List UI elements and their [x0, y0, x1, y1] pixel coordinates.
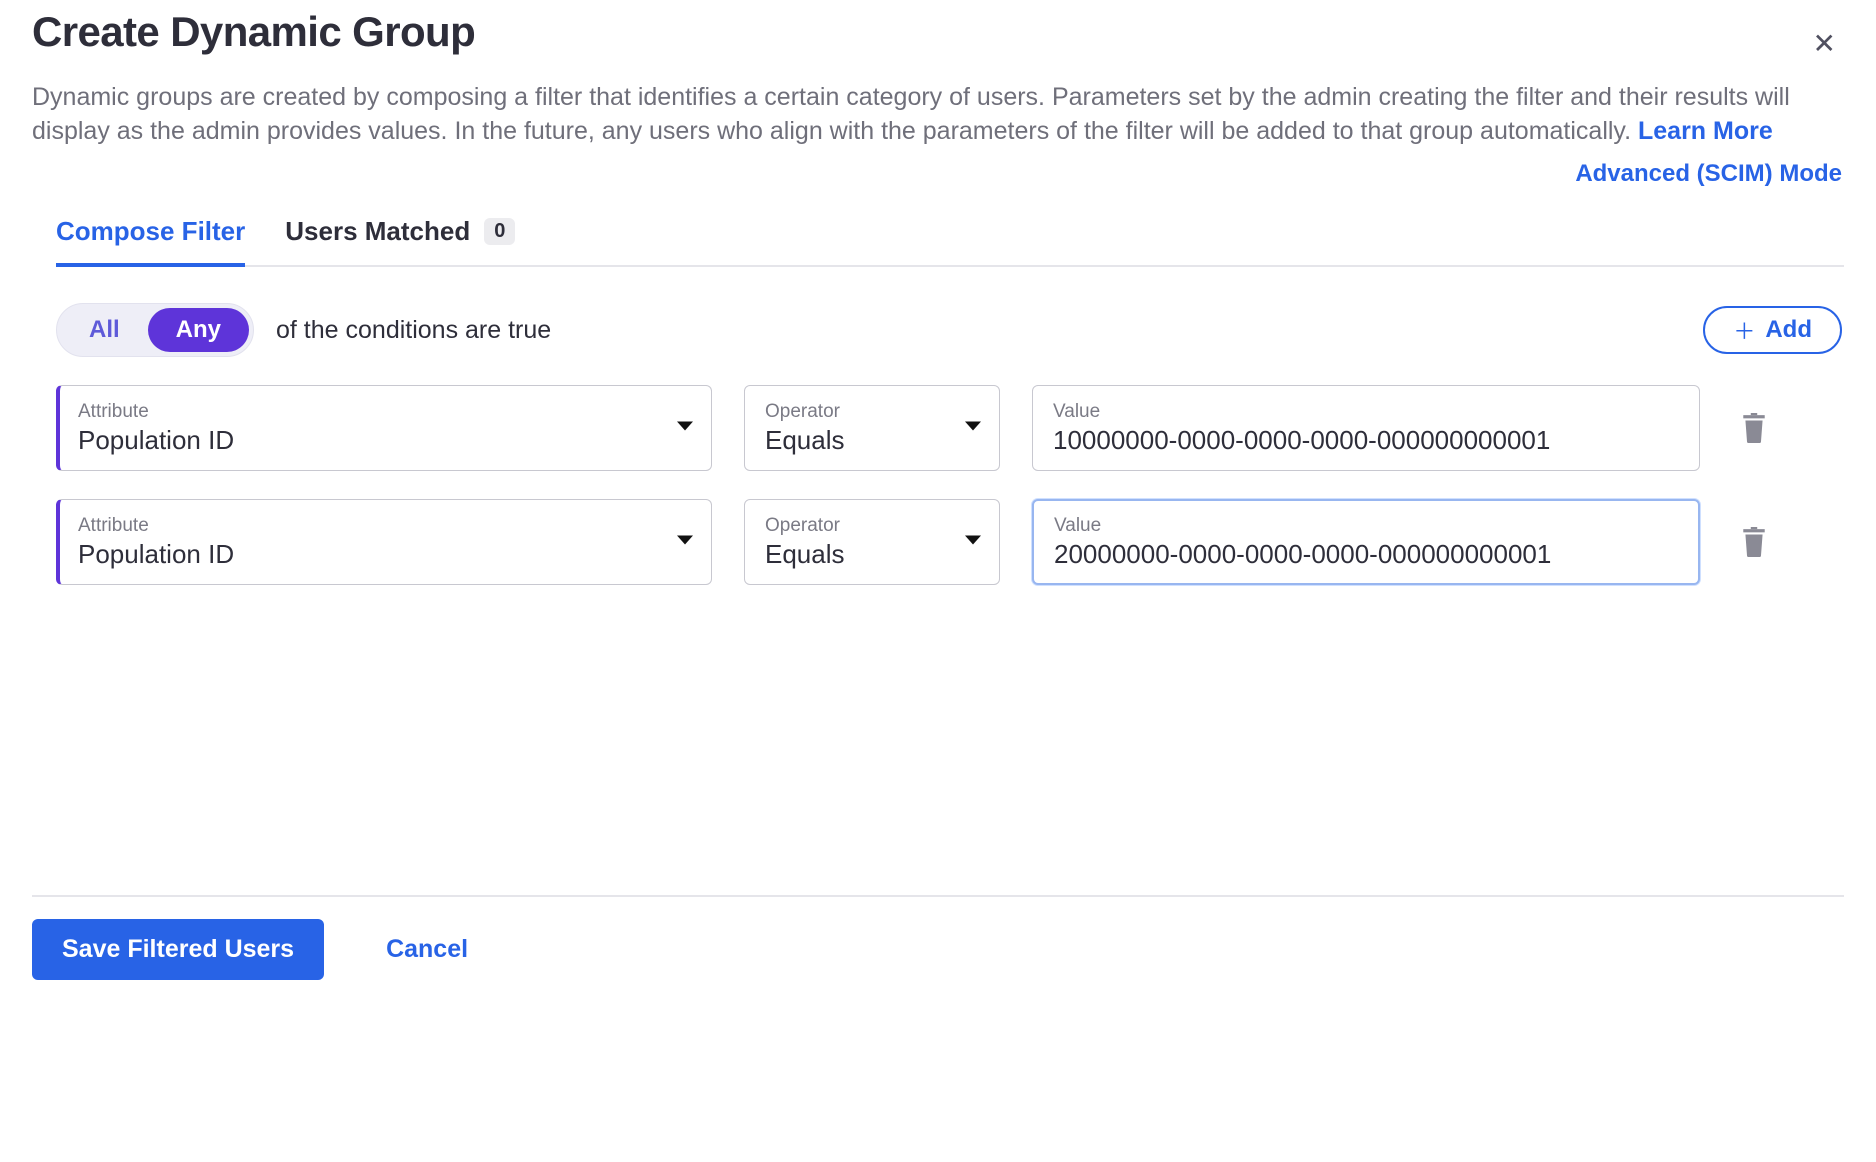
operator-select[interactable]: Operator Equals — [744, 499, 1000, 585]
logic-any-pill[interactable]: Any — [148, 308, 249, 352]
attribute-value: Population ID — [78, 425, 667, 456]
logic-toggle: All Any — [56, 303, 254, 357]
modal-description: Dynamic groups are created by composing … — [32, 80, 1832, 148]
advanced-scim-mode-link[interactable]: Advanced (SCIM) Mode — [1575, 160, 1842, 188]
chevron-down-icon — [677, 422, 693, 431]
logic-row: All Any of the conditions are true ＋ Add — [56, 303, 1844, 357]
value-input[interactable] — [1054, 539, 1654, 570]
value-input[interactable] — [1053, 425, 1655, 456]
value-input-wrapper: Value — [1032, 499, 1700, 585]
value-label: Value — [1053, 401, 1655, 423]
chevron-down-icon — [965, 422, 981, 431]
close-button[interactable]: ✕ — [1809, 26, 1840, 62]
value-label: Value — [1054, 515, 1654, 537]
modal-title: Create Dynamic Group — [32, 8, 475, 56]
operator-label: Operator — [765, 401, 955, 423]
logic-all-pill[interactable]: All — [61, 308, 148, 352]
learn-more-link[interactable]: Learn More — [1638, 117, 1773, 145]
condition-row: Attribute Population ID Operator Equals … — [56, 499, 1844, 585]
delete-condition-button[interactable] — [1732, 385, 1776, 471]
add-condition-button[interactable]: ＋ Add — [1703, 306, 1842, 354]
operator-select[interactable]: Operator Equals — [744, 385, 1000, 471]
operator-value: Equals — [765, 539, 955, 570]
operator-label: Operator — [765, 515, 955, 537]
attribute-label: Attribute — [78, 401, 667, 423]
tab-matched-label: Users Matched — [285, 216, 470, 247]
attribute-label: Attribute — [78, 515, 667, 537]
cancel-button[interactable]: Cancel — [380, 934, 474, 965]
operator-value: Equals — [765, 425, 955, 456]
tabs: Compose Filter Users Matched 0 — [56, 206, 1844, 267]
tab-compose-label: Compose Filter — [56, 216, 245, 247]
plus-icon: ＋ — [1733, 314, 1755, 346]
attribute-select[interactable]: Attribute Population ID — [56, 499, 712, 585]
tab-users-matched[interactable]: Users Matched 0 — [285, 206, 515, 267]
logic-suffix-text: of the conditions are true — [276, 316, 551, 345]
close-icon: ✕ — [1813, 28, 1836, 59]
attribute-select[interactable]: Attribute Population ID — [56, 385, 712, 471]
logic-left: All Any of the conditions are true — [56, 303, 551, 357]
chevron-down-icon — [677, 536, 693, 545]
attribute-value: Population ID — [78, 539, 667, 570]
chevron-down-icon — [965, 536, 981, 545]
value-input-wrapper: Value — [1032, 385, 1700, 471]
tab-compose-filter[interactable]: Compose Filter — [56, 206, 245, 267]
users-matched-count-badge: 0 — [484, 218, 515, 245]
condition-row: Attribute Population ID Operator Equals … — [56, 385, 1844, 471]
description-text: Dynamic groups are created by composing … — [32, 83, 1790, 145]
advanced-mode-row: Advanced (SCIM) Mode — [32, 160, 1842, 188]
filter-body: All Any of the conditions are true ＋ Add… — [32, 267, 1844, 585]
trash-icon — [1741, 413, 1767, 443]
modal-footer: Save Filtered Users Cancel — [32, 895, 1844, 1020]
title-row: Create Dynamic Group ✕ — [32, 0, 1844, 80]
save-filtered-users-button[interactable]: Save Filtered Users — [32, 919, 324, 980]
delete-condition-button[interactable] — [1732, 499, 1776, 585]
create-dynamic-group-modal: Create Dynamic Group ✕ Dynamic groups ar… — [0, 0, 1876, 1020]
trash-icon — [1741, 527, 1767, 557]
add-label: Add — [1765, 316, 1812, 344]
